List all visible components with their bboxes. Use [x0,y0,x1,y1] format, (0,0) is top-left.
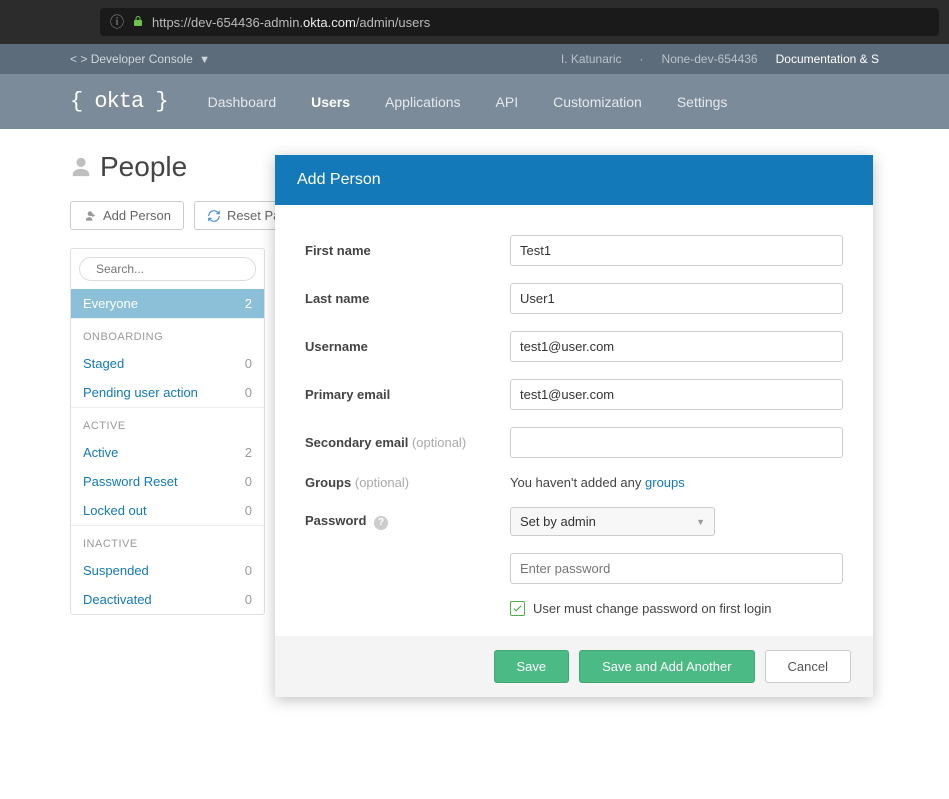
search-input[interactable] [96,262,251,276]
dot-separator: · [640,52,644,66]
nav-settings[interactable]: Settings [677,94,728,110]
lock-icon [132,15,144,30]
modal-footer: Save Save and Add Another Cancel [275,636,873,697]
people-icon [70,156,92,178]
documentation-link[interactable]: Documentation & S [776,52,879,66]
last-name-label: Last name [305,291,510,306]
change-password-checkbox-row[interactable]: User must change password on first login [510,601,843,616]
filter-active[interactable]: Active2 [71,438,264,467]
modal-title: Add Person [275,155,873,205]
secondary-email-input[interactable] [510,427,843,458]
url-box[interactable]: ⓘ https://dev-654436-admin.okta.com/admi… [100,8,939,36]
primary-email-label: Primary email [305,387,510,402]
console-label: Developer Console [91,52,193,66]
refresh-icon [207,209,221,223]
url-domain: okta.com [303,15,356,30]
save-button[interactable]: Save [494,650,570,683]
filter-locked-out[interactable]: Locked out0 [71,496,264,525]
filter-header-active: ACTIVE [71,407,264,438]
username-input[interactable] [510,331,843,362]
first-name-label: First name [305,243,510,258]
primary-email-input[interactable] [510,379,843,410]
top-right-links: I. Katunaric · None-dev-654436 Documenta… [561,52,879,66]
current-user[interactable]: I. Katunaric [561,52,622,66]
filter-password-reset[interactable]: Password Reset0 [71,467,264,496]
password-select[interactable]: Set by admin ▼ [510,507,715,536]
url-prefix: https://dev-654436-admin. [152,15,303,30]
page-title: People [100,151,187,183]
browser-url-bar: ⓘ https://dev-654436-admin.okta.com/admi… [0,0,949,44]
main-nav: { okta } Dashboard Users Applications AP… [0,74,949,129]
add-person-button[interactable]: Add Person [70,201,184,230]
filter-staged[interactable]: Staged0 [71,349,264,378]
groups-label: Groups (optional) [305,475,510,490]
help-icon[interactable]: ? [374,516,388,530]
url-path: /admin/users [356,15,430,30]
developer-console-switcher[interactable]: < > Developer Console ▼ [70,52,210,66]
reset-passwords-label: Reset Pa [227,208,280,223]
password-label: Password ? [305,513,510,530]
cancel-button[interactable]: Cancel [765,650,851,683]
password-input[interactable] [510,553,843,584]
groups-text: You haven't added any groups [510,475,843,490]
chevron-down-icon: ▼ [199,54,210,66]
checkbox-label: User must change password on first login [533,601,771,616]
info-icon: ⓘ [110,12,124,32]
nav-dashboard[interactable]: Dashboard [208,94,277,110]
add-person-icon [83,209,97,223]
search-input-wrap[interactable] [79,257,256,281]
nav-customization[interactable]: Customization [553,94,642,110]
add-person-label: Add Person [103,208,171,223]
nav-applications[interactable]: Applications [385,94,461,110]
password-select-value: Set by admin [520,514,596,529]
nav-users[interactable]: Users [311,94,350,110]
filter-header-onboarding: ONBOARDING [71,318,264,349]
top-strip: < > Developer Console ▼ I. Katunaric · N… [0,44,949,74]
filter-count: 2 [245,296,252,311]
filter-header-inactive: INACTIVE [71,525,264,556]
nav-api[interactable]: API [496,94,519,110]
groups-link[interactable]: groups [645,475,685,490]
console-carets: < > [70,52,87,66]
chevron-down-icon: ▼ [696,517,705,527]
first-name-input[interactable] [510,235,843,266]
filter-suspended[interactable]: Suspended0 [71,556,264,585]
filter-label: Everyone [83,296,138,311]
checkbox-icon[interactable] [510,601,525,616]
filter-deactivated[interactable]: Deactivated0 [71,585,264,614]
org-name[interactable]: None-dev-654436 [662,52,758,66]
last-name-input[interactable] [510,283,843,314]
username-label: Username [305,339,510,354]
filters-panel: Everyone 2 ONBOARDING Staged0 Pending us… [70,248,265,615]
secondary-email-label: Secondary email (optional) [305,435,510,450]
okta-logo[interactable]: { okta } [70,89,168,114]
filter-everyone[interactable]: Everyone 2 [71,289,264,318]
filter-pending-user-action[interactable]: Pending user action0 [71,378,264,407]
save-and-add-another-button[interactable]: Save and Add Another [579,650,754,683]
add-person-modal: Add Person First name Last name Username… [275,155,873,697]
